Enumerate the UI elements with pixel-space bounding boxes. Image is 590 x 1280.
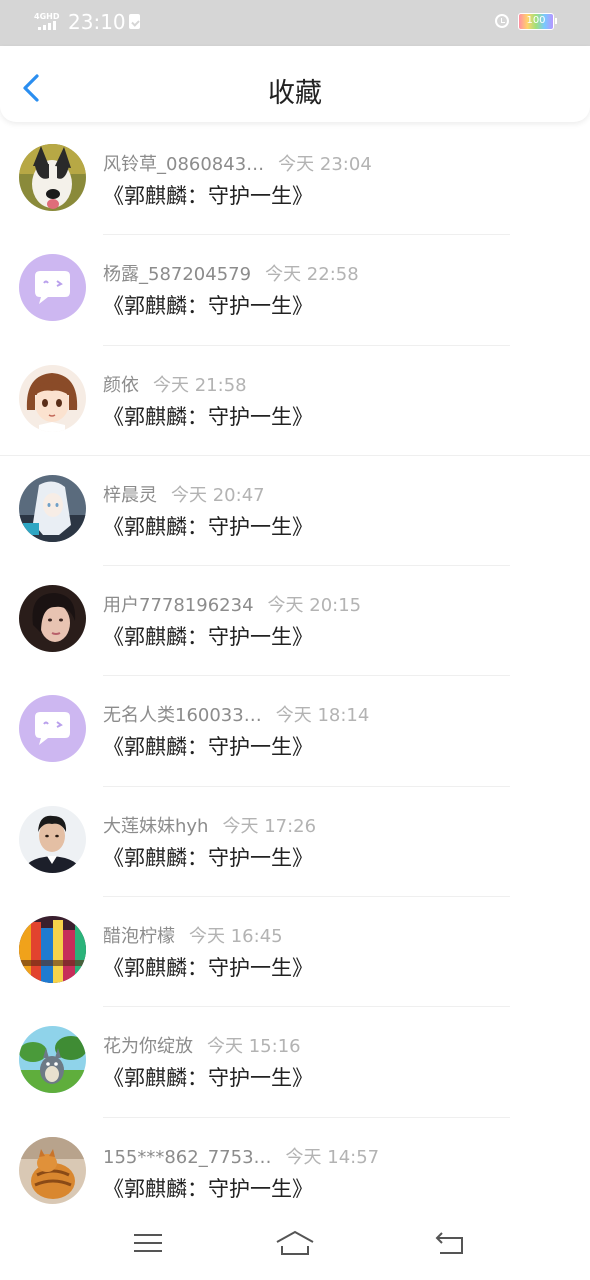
avatar[interactable] [19, 916, 86, 984]
list-item[interactable]: 梓晨灵 今天 20:47 《郭麒麟：守护一生》 [0, 456, 590, 567]
item-title: 《郭麒麟：守护一生》 [103, 1066, 313, 1091]
page-title: 收藏 [268, 78, 322, 109]
status-time: 23:10 [68, 10, 126, 34]
username: 无名人类160033… [103, 705, 262, 727]
timestamp: 今天 18:14 [275, 705, 370, 727]
timestamp: 今天 22:58 [265, 264, 359, 286]
username: 梓晨灵 [103, 484, 157, 506]
list-item[interactable]: 颜依 今天 21:58 《郭麒麟：守护一生》 [0, 346, 590, 456]
item-meta: 颜依 今天 21:58 [103, 371, 247, 397]
avatar[interactable] [19, 695, 86, 763]
item-meta: 梓晨灵 今天 20:47 [103, 481, 265, 507]
item-meta: 无名人类160033… 今天 18:14 [103, 701, 369, 727]
item-meta: 用户7778196234 今天 20:15 [103, 591, 361, 617]
system-back-button[interactable] [430, 1228, 470, 1258]
timestamp: 今天 17:26 [222, 815, 317, 837]
status-bar: 4GHD 23:10 100 [0, 0, 590, 46]
list-item[interactable]: 无名人类160033… 今天 18:14 《郭麒麟：守护一生》 [0, 676, 590, 787]
system-navbar [0, 1210, 590, 1280]
username: 杨露_587204579 [103, 264, 252, 286]
avatar[interactable] [19, 805, 86, 873]
username: 风铃草_0860843… [103, 154, 265, 175]
favorites-list: 风铃草_0860843… 今天 23:04 《郭麒麟：守护一生》 杨露_58720… [0, 125, 590, 1228]
timestamp: 今天 20:47 [171, 484, 265, 506]
avatar[interactable] [19, 1026, 86, 1094]
username: 用户7778196234 [103, 595, 254, 617]
item-title: 《郭麒麟：守护一生》 [103, 1176, 313, 1201]
item-title: 《郭麒麟：守护一生》 [103, 845, 313, 870]
item-title: 《郭麒麟：守护一生》 [103, 404, 313, 429]
list-item[interactable]: 用户7778196234 今天 20:15 《郭麒麟：守护一生》 [0, 566, 590, 677]
item-meta: 醋泡柠檬 今天 16:45 [103, 922, 283, 948]
username: 大莲妹妹hyh [103, 815, 209, 837]
username: 醋泡柠檬 [103, 926, 175, 948]
menu-icon [134, 1234, 162, 1252]
timestamp: 今天 14:57 [285, 1146, 380, 1168]
sim-check-icon [129, 14, 140, 29]
avatar[interactable] [19, 585, 86, 653]
item-meta: 大莲妹妹hyh 今天 17:26 [103, 812, 316, 838]
network-signal-icon: 4GHD [34, 12, 62, 30]
username: 颜依 [103, 374, 139, 396]
avatar[interactable] [19, 254, 86, 322]
timestamp: 今天 20:15 [267, 595, 362, 617]
list-item[interactable]: 大莲妹妹hyh 今天 17:26 《郭麒麟：守护一生》 [0, 787, 590, 898]
item-title: 《郭麒麟：守护一生》 [103, 956, 313, 981]
timestamp: 今天 15:16 [207, 1036, 301, 1058]
item-title: 《郭麒麟：守护一生》 [103, 294, 313, 319]
avatar[interactable] [19, 474, 86, 542]
list-item[interactable]: 花为你绽放 今天 15:16 《郭麒麟：守护一生》 [0, 1007, 590, 1118]
list-item[interactable]: 风铃草_0860843… 今天 23:04 《郭麒麟：守护一生》 [0, 125, 590, 236]
home-button[interactable] [275, 1228, 315, 1258]
item-title: 《郭麒麟：守护一生》 [103, 184, 313, 208]
page-header: 收藏 [0, 46, 590, 122]
item-meta: 风铃草_0860843… 今天 23:04 [103, 150, 372, 176]
username: 花为你绽放 [103, 1036, 193, 1058]
menu-button[interactable] [128, 1228, 168, 1258]
timestamp: 今天 23:04 [278, 154, 372, 175]
battery-level: 100 [526, 15, 546, 26]
list-item[interactable]: 醋泡柠檬 今天 16:45 《郭麒麟：守护一生》 [0, 897, 590, 1008]
username: 155***862_7753… [103, 1146, 272, 1168]
back-arrow-icon [435, 1232, 463, 1254]
alarm-icon [495, 14, 509, 28]
item-title: 《郭麒麟：守护一生》 [103, 735, 313, 760]
home-icon [276, 1230, 314, 1255]
item-title: 《郭麒麟：守护一生》 [103, 625, 313, 650]
item-meta: 花为你绽放 今天 15:16 [103, 1032, 301, 1058]
network-type: 4GHD [34, 12, 60, 21]
item-title: 《郭麒麟：守护一生》 [103, 514, 313, 539]
timestamp: 今天 16:45 [189, 926, 283, 948]
avatar[interactable] [19, 144, 86, 211]
avatar[interactable] [19, 1136, 86, 1204]
item-meta: 杨露_587204579 今天 22:58 [103, 260, 359, 286]
timestamp: 今天 21:58 [153, 374, 247, 396]
item-meta: 155***862_7753… 今天 14:57 [103, 1143, 379, 1169]
battery-icon: 100 [518, 13, 557, 30]
list-item[interactable]: 杨露_587204579 今天 22:58 《郭麒麟：守护一生》 [0, 235, 590, 346]
avatar[interactable] [19, 364, 86, 432]
